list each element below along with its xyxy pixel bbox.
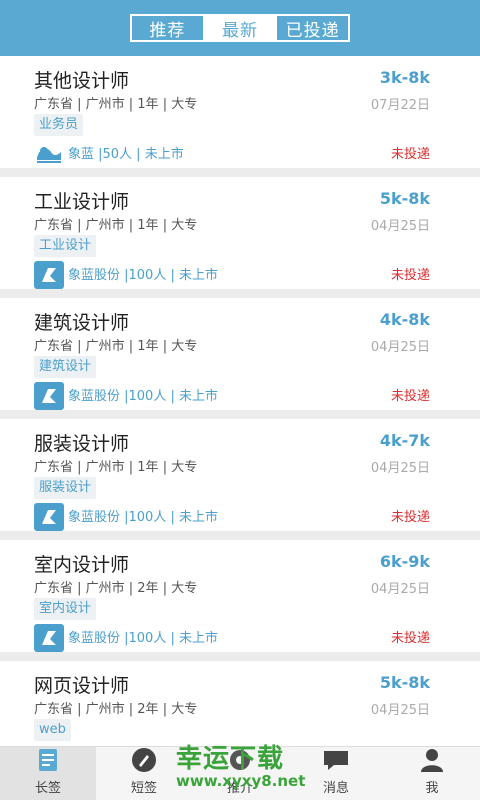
job-meta: 广东省 | 广州市 | 1年 | 大专 (34, 97, 198, 112)
job-title: 建筑设计师 (34, 312, 130, 334)
watermark-text: 幸运下载 (176, 744, 285, 774)
job-salary: 5k-8k (379, 189, 430, 208)
job-tag: 建筑设计 (34, 356, 97, 378)
wave-logo-icon (34, 140, 64, 168)
job-meta: 广东省 | 广州市 | 1年 | 大专 (34, 218, 198, 233)
watermark-url: www.xyxy8.net (176, 772, 306, 790)
document-icon (34, 747, 62, 773)
tab-me[interactable]: 我 (384, 747, 480, 800)
job-salary: 5k-8k (379, 673, 430, 692)
tab-label: 短签 (130, 781, 157, 796)
job-card[interactable]: 建筑设计师 4k-8k 广东省 | 广州市 | 1年 | 大专 04月25日 建… (0, 298, 480, 410)
company-info[interactable]: 象蓝股份 |100人 | 未上市 (68, 627, 218, 646)
job-date: 04月25日 (370, 219, 430, 234)
watermark: 幸运下载 www.xyxy8.net (176, 738, 316, 794)
job-tag: web (34, 719, 71, 741)
job-meta: 广东省 | 广州市 | 1年 | 大专 (34, 460, 198, 475)
job-salary: 6k-9k (379, 552, 430, 571)
company-info[interactable]: 象蓝股份 |100人 | 未上市 (68, 385, 218, 404)
job-title: 其他设计师 (34, 70, 130, 92)
company-logo-icon (34, 261, 64, 289)
apply-status: 未投递 (390, 510, 430, 525)
tab-label: 长签 (34, 781, 61, 796)
company-info[interactable]: 象蓝股份 |100人 | 未上市 (68, 506, 218, 525)
company-logo-icon (34, 503, 64, 531)
job-date: 04月25日 (370, 461, 430, 476)
job-tag: 室内设计 (34, 598, 97, 620)
company-logo-icon (34, 382, 64, 410)
job-date: 04月25日 (370, 582, 430, 597)
job-meta: 广东省 | 广州市 | 2年 | 大专 (34, 702, 198, 717)
tab-recommended[interactable]: 推荐 (132, 16, 203, 41)
tab-label: 我 (425, 781, 439, 796)
job-tag: 工业设计 (34, 235, 97, 257)
company-info[interactable]: 象蓝股份 |100人 | 未上市 (68, 264, 218, 283)
job-salary: 4k-7k (379, 431, 430, 450)
job-salary: 4k-8k (379, 310, 430, 329)
job-card[interactable]: 服装设计师 4k-7k 广东省 | 广州市 | 1年 | 大专 04月25日 服… (0, 419, 480, 531)
company-logo-icon (34, 624, 64, 652)
job-title: 服装设计师 (34, 433, 130, 455)
job-title: 工业设计师 (34, 191, 130, 213)
tab-label: 消息 (322, 781, 349, 796)
apply-status: 未投递 (390, 389, 430, 404)
job-date: 07月22日 (370, 98, 430, 113)
tab-applied[interactable]: 已投递 (275, 16, 348, 41)
user-icon (418, 747, 446, 773)
job-meta: 广东省 | 广州市 | 1年 | 大专 (34, 339, 198, 354)
job-tag: 业务员 (34, 114, 84, 136)
tab-long-sign[interactable]: 长签 (0, 747, 96, 800)
job-card[interactable]: 室内设计师 6k-9k 广东省 | 广州市 | 2年 | 大专 04月25日 室… (0, 540, 480, 652)
apply-status: 未投递 (390, 268, 430, 283)
segmented-control: 推荐 最新 已投递 (130, 14, 350, 42)
job-card[interactable]: 工业设计师 5k-8k 广东省 | 广州市 | 1年 | 大专 04月25日 工… (0, 177, 480, 289)
job-date: 04月25日 (370, 340, 430, 355)
job-meta: 广东省 | 广州市 | 2年 | 大专 (34, 581, 198, 596)
chat-icon (322, 747, 350, 773)
job-salary: 3k-8k (379, 68, 430, 87)
job-tag: 服装设计 (34, 477, 97, 499)
job-card[interactable]: 其他设计师 3k-8k 广东省 | 广州市 | 1年 | 大专 07月22日 业… (0, 56, 480, 168)
pen-icon (130, 747, 158, 773)
job-date: 04月25日 (370, 703, 430, 718)
apply-status: 未投递 (390, 147, 430, 162)
job-title: 网页设计师 (34, 675, 130, 697)
apply-status: 未投递 (390, 631, 430, 646)
top-header: 推荐 最新 已投递 (0, 0, 480, 56)
tab-latest[interactable]: 最新 (202, 16, 276, 41)
job-title: 室内设计师 (34, 554, 130, 576)
company-info[interactable]: 象蓝 |50人 | 未上市 (68, 143, 184, 162)
